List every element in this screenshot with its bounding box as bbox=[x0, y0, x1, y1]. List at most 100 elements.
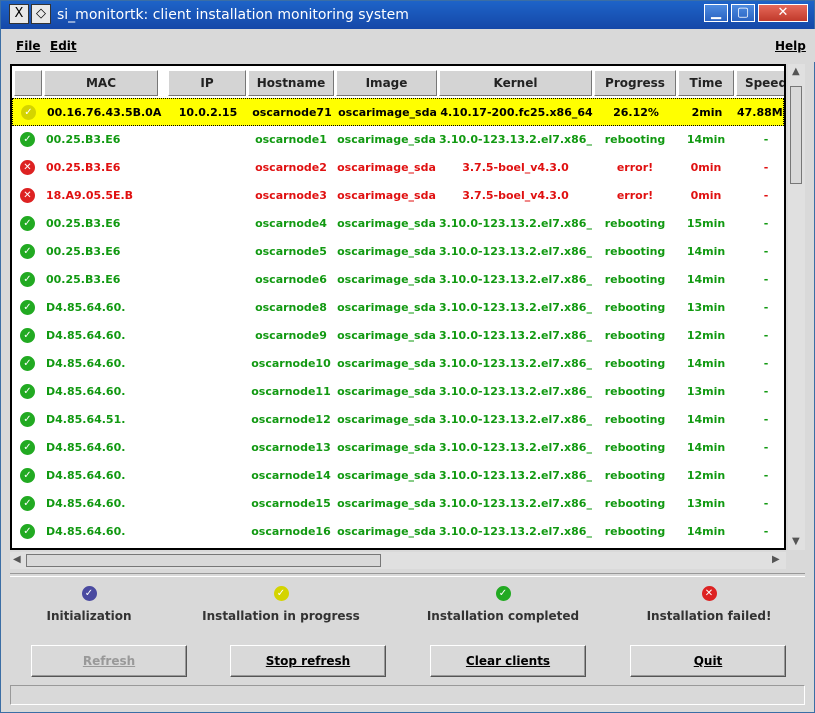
quit-button[interactable]: Quit bbox=[630, 645, 786, 677]
table-row[interactable]: ✓ D4.85.64.60. oscarnode8 oscarimage_sda 3.… bbox=[12, 294, 784, 322]
table-row[interactable]: ✕ 00.25.B3.E6 oscarnode2 oscarimage_sda 3.7… bbox=[12, 154, 784, 182]
redacted-value bbox=[205, 301, 209, 314]
cell-ip bbox=[168, 329, 246, 342]
scroll-down-icon[interactable]: ▼ bbox=[792, 536, 800, 547]
table-row[interactable]: ✓ D4.85.64.60. oscarnode14 oscarimage_sda 3… bbox=[12, 462, 784, 490]
horizontal-scrollbar[interactable]: ◀ ▶ bbox=[10, 552, 786, 569]
cell-progress: error! bbox=[616, 161, 654, 174]
redacted-value bbox=[205, 329, 209, 342]
cell-mac: 00.25.B3.E6 bbox=[46, 161, 166, 174]
scroll-left-icon[interactable]: ◀ bbox=[13, 554, 21, 565]
cell-image: oscarimage_sda bbox=[337, 469, 436, 482]
column-header-speed[interactable]: Speed bbox=[736, 70, 784, 96]
cell-hostname: oscarnode2 bbox=[255, 161, 327, 174]
app-icon[interactable]: X bbox=[9, 4, 29, 24]
scroll-right-icon[interactable]: ▶ bbox=[772, 554, 780, 565]
legend-initialization: ✓ Initialization bbox=[0, 586, 189, 623]
cell-speed: - bbox=[763, 217, 769, 230]
redacted-value bbox=[125, 357, 129, 370]
window-title: si_monitortk: client installation monito… bbox=[57, 7, 409, 23]
column-header-ip[interactable]: IP bbox=[168, 70, 246, 96]
scroll-up-icon[interactable]: ▲ bbox=[792, 66, 800, 77]
column-header-mac[interactable]: MAC bbox=[44, 70, 158, 96]
window-menu-icon[interactable]: ◇ bbox=[31, 4, 51, 24]
menu-edit[interactable]: Edit bbox=[50, 39, 77, 53]
cell-mac: D4.85.64.51. bbox=[46, 413, 166, 426]
redacted-value bbox=[205, 217, 209, 230]
completed-status-icon: ✓ bbox=[20, 356, 35, 371]
table-row[interactable]: ✓ 00.25.B3.E6 oscarnode5 oscarimage_sda 3.1… bbox=[12, 238, 784, 266]
cell-speed: - bbox=[763, 273, 769, 286]
cell-mac: D4.85.64.60. bbox=[46, 301, 166, 314]
redacted-value bbox=[125, 329, 129, 342]
completed-status-icon: ✓ bbox=[20, 412, 35, 427]
cell-progress: rebooting bbox=[604, 273, 666, 286]
cell-ip bbox=[168, 441, 246, 454]
maximize-button[interactable]: ▢ bbox=[731, 4, 755, 22]
cell-image: oscarimage_sda bbox=[337, 133, 436, 146]
cell-hostname: oscarnode5 bbox=[255, 245, 327, 258]
cell-kernel: 3.10.0-123.13.2.el7.x86_64 bbox=[439, 413, 592, 426]
cell-progress: error! bbox=[616, 189, 654, 202]
column-header-time[interactable]: Time bbox=[678, 70, 734, 96]
cell-kernel: 3.10.0-123.13.2.el7.x86_64 bbox=[439, 329, 592, 342]
redacted-value bbox=[205, 273, 209, 286]
table-row[interactable]: ✓ D4.85.64.51. oscarnode12 oscarimage_sda 3… bbox=[12, 406, 784, 434]
completed-status-icon: ✓ bbox=[20, 384, 35, 399]
column-header-hostname[interactable]: Hostname bbox=[248, 70, 334, 96]
clients-table[interactable]: MAC IP Hostname Image Kernel Progress Time Spee… bbox=[10, 64, 786, 550]
column-header-image[interactable]: Image bbox=[336, 70, 437, 96]
table-row[interactable]: ✓ D4.85.64.60. oscarnode16 oscarimage_sda 3… bbox=[12, 518, 784, 546]
cell-hostname: oscarnode11 bbox=[251, 385, 331, 398]
vertical-scroll-thumb[interactable] bbox=[790, 86, 802, 184]
table-row[interactable]: ✓ D4.85.64.60. oscarnode15 oscarimage_sda 3… bbox=[12, 490, 784, 518]
cell-ip bbox=[168, 133, 246, 146]
column-header-progress[interactable]: Progress bbox=[594, 70, 676, 96]
redacted-value bbox=[120, 133, 124, 146]
cell-progress: rebooting bbox=[604, 497, 666, 510]
cell-speed: - bbox=[763, 497, 769, 510]
in-progress-status-icon: ✓ bbox=[21, 105, 36, 120]
horizontal-scroll-thumb[interactable] bbox=[26, 554, 381, 567]
vertical-scrollbar[interactable]: ▲ ▼ bbox=[788, 64, 805, 550]
cell-progress: rebooting bbox=[604, 469, 666, 482]
table-row[interactable]: ✓ 00.25.B3.E6 oscarnode6 oscarimage_sda 3.1… bbox=[12, 266, 784, 294]
cell-speed: - bbox=[763, 413, 769, 426]
redacted-value bbox=[120, 217, 124, 230]
cell-kernel: 3.10.0-123.13.2.el7.x86_64 bbox=[439, 469, 592, 482]
cell-time: 14min bbox=[686, 357, 726, 370]
stop-refresh-button[interactable]: Stop refresh bbox=[230, 645, 386, 677]
refresh-button[interactable]: Refresh bbox=[31, 645, 187, 677]
table-row[interactable]: ✕ 18.A9.05.5E.B oscarnode3 oscarimage_sda 3… bbox=[12, 182, 784, 210]
close-button[interactable]: ✕ bbox=[758, 4, 808, 22]
table-row[interactable]: ✓ D4.85.64.60. oscarnode13 oscarimage_sda 3… bbox=[12, 434, 784, 462]
minimize-button[interactable]: ▁ bbox=[704, 4, 728, 22]
menu-help[interactable]: Help bbox=[775, 39, 806, 53]
cell-hostname: oscarnode71 bbox=[252, 106, 332, 119]
redacted-value bbox=[205, 357, 209, 370]
table-row[interactable]: ✓ D4.85.64.60. oscarnode10 oscarimage_sda 3… bbox=[12, 350, 784, 378]
title-bar[interactable]: X ◇ si_monitortk: client installation mo… bbox=[1, 1, 814, 29]
cell-ip bbox=[168, 217, 246, 230]
menu-file[interactable]: File bbox=[16, 39, 41, 53]
failed-status-icon: ✕ bbox=[20, 188, 35, 203]
cell-ip bbox=[168, 161, 246, 174]
clear-clients-button[interactable]: Clear clients bbox=[430, 645, 586, 677]
cell-ip bbox=[168, 245, 246, 258]
legend-label: Installation failed! bbox=[646, 609, 772, 623]
column-header-kernel[interactable]: Kernel bbox=[439, 70, 592, 96]
cell-mac: 00.25.B3.E6 bbox=[46, 245, 166, 258]
cell-progress: rebooting bbox=[604, 217, 666, 230]
cell-progress: rebooting bbox=[604, 245, 666, 258]
table-row[interactable]: ✓ 00.25.B3.E6 oscarnode4 oscarimage_sda 3.1… bbox=[12, 210, 784, 238]
table-row[interactable]: ✓ 00.25.B3.E6 oscarnode1 oscarimage_sda 3.1… bbox=[12, 126, 784, 154]
cell-kernel: 3.10.0-123.13.2.el7.x86_64 bbox=[439, 133, 592, 146]
cell-hostname: oscarnode4 bbox=[255, 217, 327, 230]
table-row[interactable]: ✓ D4.85.64.60. oscarnode11 oscarimage_sda 3… bbox=[12, 378, 784, 406]
table-row[interactable]: ✓ 00.16.76.43.5B.0A 10.0.2.15 oscarnode71 os… bbox=[12, 98, 784, 126]
cell-ip bbox=[168, 497, 246, 510]
completed-status-icon: ✓ bbox=[20, 524, 35, 539]
cell-mac: D4.85.64.60. bbox=[46, 357, 166, 370]
cell-time: 15min bbox=[686, 217, 726, 230]
table-row[interactable]: ✓ D4.85.64.60. oscarnode9 oscarimage_sda 3.… bbox=[12, 322, 784, 350]
